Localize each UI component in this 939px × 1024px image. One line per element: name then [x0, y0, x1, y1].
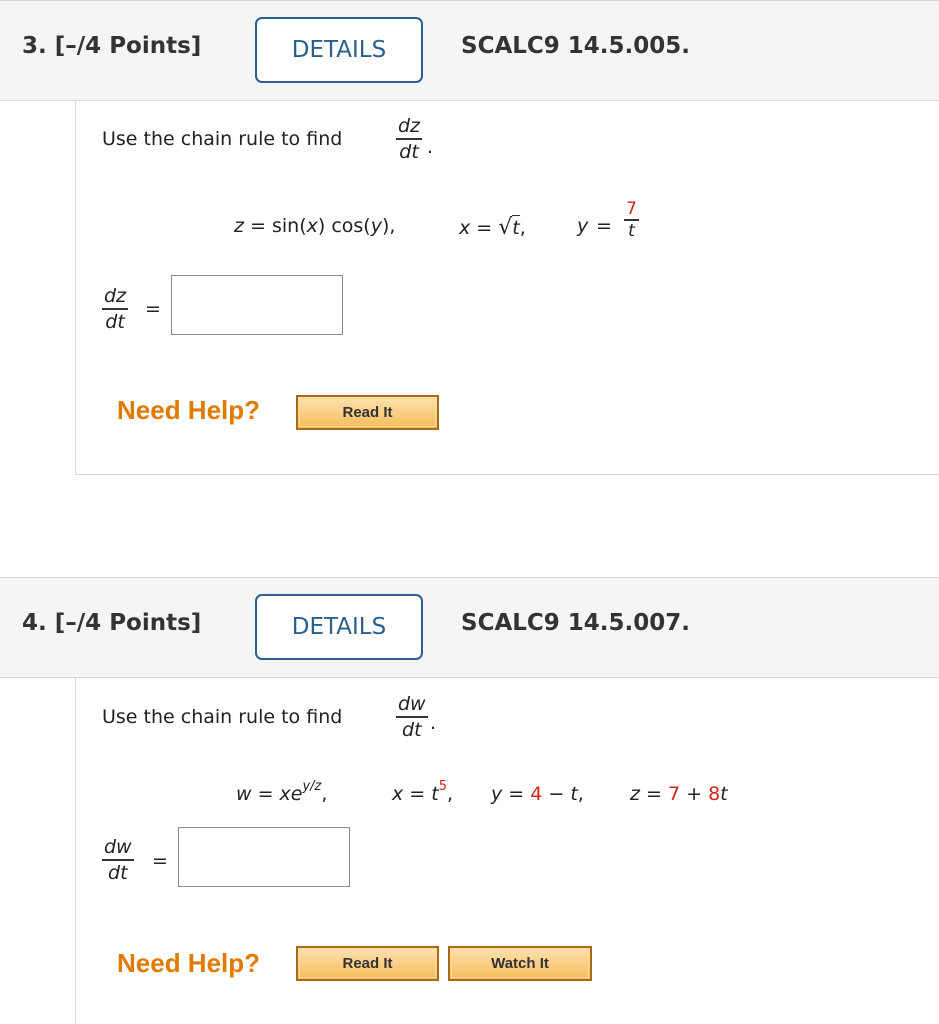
question-4-prompt: Use the chain rule to find [102, 706, 343, 728]
question-3-points: 3. [–/4 Points] [22, 33, 202, 59]
question-4-code: SCALC9 14.5.007. [461, 610, 691, 636]
question-3-y-fraction: 7t [624, 199, 639, 241]
question-4-equation-z: z = 7 + 8t [630, 783, 728, 805]
question-3-equation-z: z = sin(x) cos(y), [234, 215, 396, 237]
question-4-points: 4. [–/4 Points] [22, 610, 202, 636]
question-4-derivative: dw dt [396, 693, 428, 741]
equals: = [152, 850, 168, 872]
answer-input[interactable] [178, 827, 350, 887]
watch-it-button[interactable]: Watch It [448, 946, 592, 981]
equals: = [596, 215, 612, 237]
question-3-equation-y: y [577, 215, 589, 237]
question-3-code: SCALC9 14.5.005. [461, 33, 691, 59]
need-help-label: Need Help? [117, 948, 261, 978]
need-help-label: Need Help? [117, 395, 261, 425]
question-3-answer-label: dz dt [102, 285, 129, 333]
details-button[interactable]: DETAILS [255, 594, 423, 660]
question-3-header: 3. [–/4 Points] DETAILS SCALC9 14.5.005. [0, 0, 939, 101]
details-button[interactable]: DETAILS [255, 17, 423, 83]
question-4-header: 4. [–/4 Points] DETAILS SCALC9 14.5.007. [0, 577, 939, 678]
question-4-equation-y: y = 4 − t, [491, 783, 584, 805]
period: . [427, 136, 434, 158]
read-it-button[interactable]: Read It [296, 946, 439, 981]
question-4-equation-w: w = xey/z, [236, 779, 328, 805]
read-it-button[interactable]: Read It [296, 395, 439, 430]
question-4-answer-label: dw dt [102, 836, 134, 884]
question-3-derivative: dz dt [396, 115, 423, 163]
answer-input[interactable] [171, 275, 343, 335]
question-4-equation-x: x = t5, [392, 779, 454, 805]
question-3-equation-x: x = √t, [459, 215, 526, 240]
period: . [430, 712, 437, 734]
equals: = [145, 298, 161, 320]
question-3-prompt: Use the chain rule to find [102, 128, 343, 150]
